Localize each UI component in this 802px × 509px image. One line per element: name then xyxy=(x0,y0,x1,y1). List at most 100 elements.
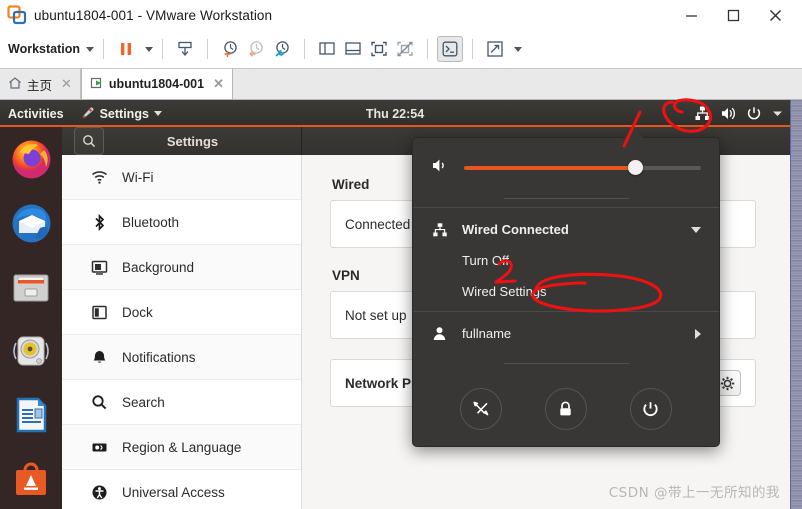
console-view-icon[interactable] xyxy=(437,36,463,62)
dock-item-ubuntu-software[interactable] xyxy=(0,447,62,509)
power-button[interactable] xyxy=(629,388,672,430)
send-keys-caret-icon[interactable] xyxy=(514,46,522,52)
vm-play-icon xyxy=(90,76,104,93)
accessibility-icon xyxy=(90,484,108,501)
chevron-down-icon[interactable] xyxy=(771,107,784,120)
volume-slider-row[interactable] xyxy=(413,138,719,198)
bell-icon xyxy=(90,349,108,366)
status-tray[interactable] xyxy=(694,105,784,122)
workstation-menu-label[interactable]: Workstation xyxy=(8,42,80,56)
sidebar-item-universal-access[interactable]: Universal Access xyxy=(62,470,301,509)
fullscreen-icon[interactable] xyxy=(366,36,392,62)
sidebar-label: Region & Language xyxy=(122,439,242,455)
ubuntu-dock xyxy=(0,127,62,509)
volume-slider-fill xyxy=(464,166,635,170)
snapshot-manager-icon[interactable] xyxy=(172,36,198,62)
close-icon[interactable]: ✕ xyxy=(61,76,72,92)
settings-button[interactable] xyxy=(460,388,503,430)
wired-connected-row[interactable]: Wired Connected xyxy=(413,214,719,245)
divider xyxy=(472,39,473,59)
sidebar-item-search[interactable]: Search xyxy=(62,380,301,425)
lock-button[interactable] xyxy=(544,388,587,430)
sidebar-item-region-language[interactable]: Region & Language xyxy=(62,425,301,470)
vpn-status-label: Not set up xyxy=(345,307,407,323)
revert-snapshot-icon[interactable] xyxy=(243,36,269,62)
close-button[interactable] xyxy=(754,1,796,29)
account-section: fullname xyxy=(413,312,719,353)
wifi-icon xyxy=(90,169,108,186)
show-thumbnail-bar-icon[interactable] xyxy=(340,36,366,62)
turn-off-label: Turn Off xyxy=(462,253,509,268)
search-icon xyxy=(90,394,108,411)
sidebar-item-dock[interactable]: Dock xyxy=(62,290,301,335)
wired-settings-label: Wired Settings xyxy=(462,284,547,299)
window-title: ubuntu1804-001 - VMware Workstation xyxy=(34,7,273,23)
csdn-watermark: CSDN @带上一无所知的我 xyxy=(608,485,780,501)
sidebar-item-wifi[interactable]: Wi-Fi xyxy=(62,155,301,200)
popup-arrow xyxy=(623,129,645,139)
sidebar-label: Background xyxy=(122,259,195,275)
divider xyxy=(162,39,163,59)
sidebar-label: Dock xyxy=(122,304,153,320)
sidebar-item-background[interactable]: Background xyxy=(62,245,301,290)
search-button[interactable] xyxy=(74,127,104,155)
volume-slider[interactable] xyxy=(464,160,701,175)
dock-item-thunderbird[interactable] xyxy=(0,191,62,255)
background-icon xyxy=(90,259,108,276)
account-row[interactable]: fullname xyxy=(413,318,719,349)
network-wired-icon xyxy=(431,222,448,238)
maximize-button[interactable] xyxy=(712,1,754,29)
clock[interactable]: Thu 22:54 xyxy=(0,107,790,121)
volume-icon[interactable] xyxy=(720,105,737,122)
user-icon xyxy=(431,326,448,341)
turn-off-menu-item[interactable]: Turn Off xyxy=(413,245,719,276)
stretch-guest-icon[interactable] xyxy=(482,36,508,62)
system-action-buttons xyxy=(413,372,719,446)
wired-connected-label: Wired Connected xyxy=(462,222,569,237)
ubuntu-guest-screen: Activities Settings Thu 22:54 Settings W… xyxy=(0,100,790,509)
manage-snapshots-icon[interactable] xyxy=(269,36,295,62)
take-snapshot-icon[interactable] xyxy=(217,36,243,62)
dock-item-firefox[interactable] xyxy=(0,127,62,191)
tab-ubuntu1804-001[interactable]: ubuntu1804-001 ✕ xyxy=(80,69,233,99)
dock-item-rhythmbox[interactable] xyxy=(0,319,62,383)
sidebar-label: Search xyxy=(122,394,165,410)
vmware-tab-bar: 主页 ✕ ubuntu1804-001 ✕ xyxy=(0,69,802,100)
dock-item-libreoffice-writer[interactable] xyxy=(0,383,62,447)
guest-scrollbar[interactable] xyxy=(790,100,802,509)
chevron-right-icon[interactable] xyxy=(695,328,701,339)
dock-item-files[interactable] xyxy=(0,255,62,319)
minimize-button[interactable] xyxy=(670,1,712,29)
sidebar-item-bluetooth[interactable]: Bluetooth xyxy=(62,200,301,245)
tab-home-label: 主页 xyxy=(27,78,53,93)
wired-settings-menu-item[interactable]: Wired Settings xyxy=(413,276,719,307)
settings-header-left: Settings xyxy=(62,127,302,155)
settings-sidebar: Wi-Fi Bluetooth Background Dock Notifica… xyxy=(62,155,302,509)
chevron-down-icon[interactable] xyxy=(691,226,701,233)
unity-mode-icon[interactable] xyxy=(392,36,418,62)
tab-home[interactable]: 主页 ✕ xyxy=(0,69,81,99)
gnome-top-bar: Activities Settings Thu 22:54 xyxy=(0,100,790,127)
sidebar-label: Wi-Fi xyxy=(122,169,154,185)
close-icon[interactable]: ✕ xyxy=(213,76,224,92)
gnome-system-menu: Wired Connected Turn Off Wired Settings xyxy=(412,129,720,447)
sidebar-label: Bluetooth xyxy=(122,214,180,230)
sidebar-label: Notifications xyxy=(122,349,196,365)
pause-dropdown-caret-icon[interactable] xyxy=(145,46,153,52)
window-controls xyxy=(670,0,796,30)
show-library-icon[interactable] xyxy=(314,36,340,62)
volume-slider-knob[interactable] xyxy=(627,160,643,175)
vmware-logo-icon xyxy=(7,5,27,25)
home-icon xyxy=(8,76,22,93)
screenshot-root: ubuntu1804-001 - VMware Workstation Work… xyxy=(0,0,802,509)
region-language-icon xyxy=(90,439,108,456)
power-icon[interactable] xyxy=(746,106,762,122)
divider xyxy=(103,39,104,59)
network-section: Wired Connected Turn Off Wired Settings xyxy=(413,208,719,311)
sidebar-item-notifications[interactable]: Notifications xyxy=(62,335,301,380)
network-wired-tray-icon[interactable] xyxy=(694,105,711,122)
divider xyxy=(427,39,428,59)
settings-title: Settings xyxy=(166,133,219,149)
chevron-down-icon[interactable] xyxy=(86,46,94,52)
pause-icon[interactable] xyxy=(113,36,139,62)
